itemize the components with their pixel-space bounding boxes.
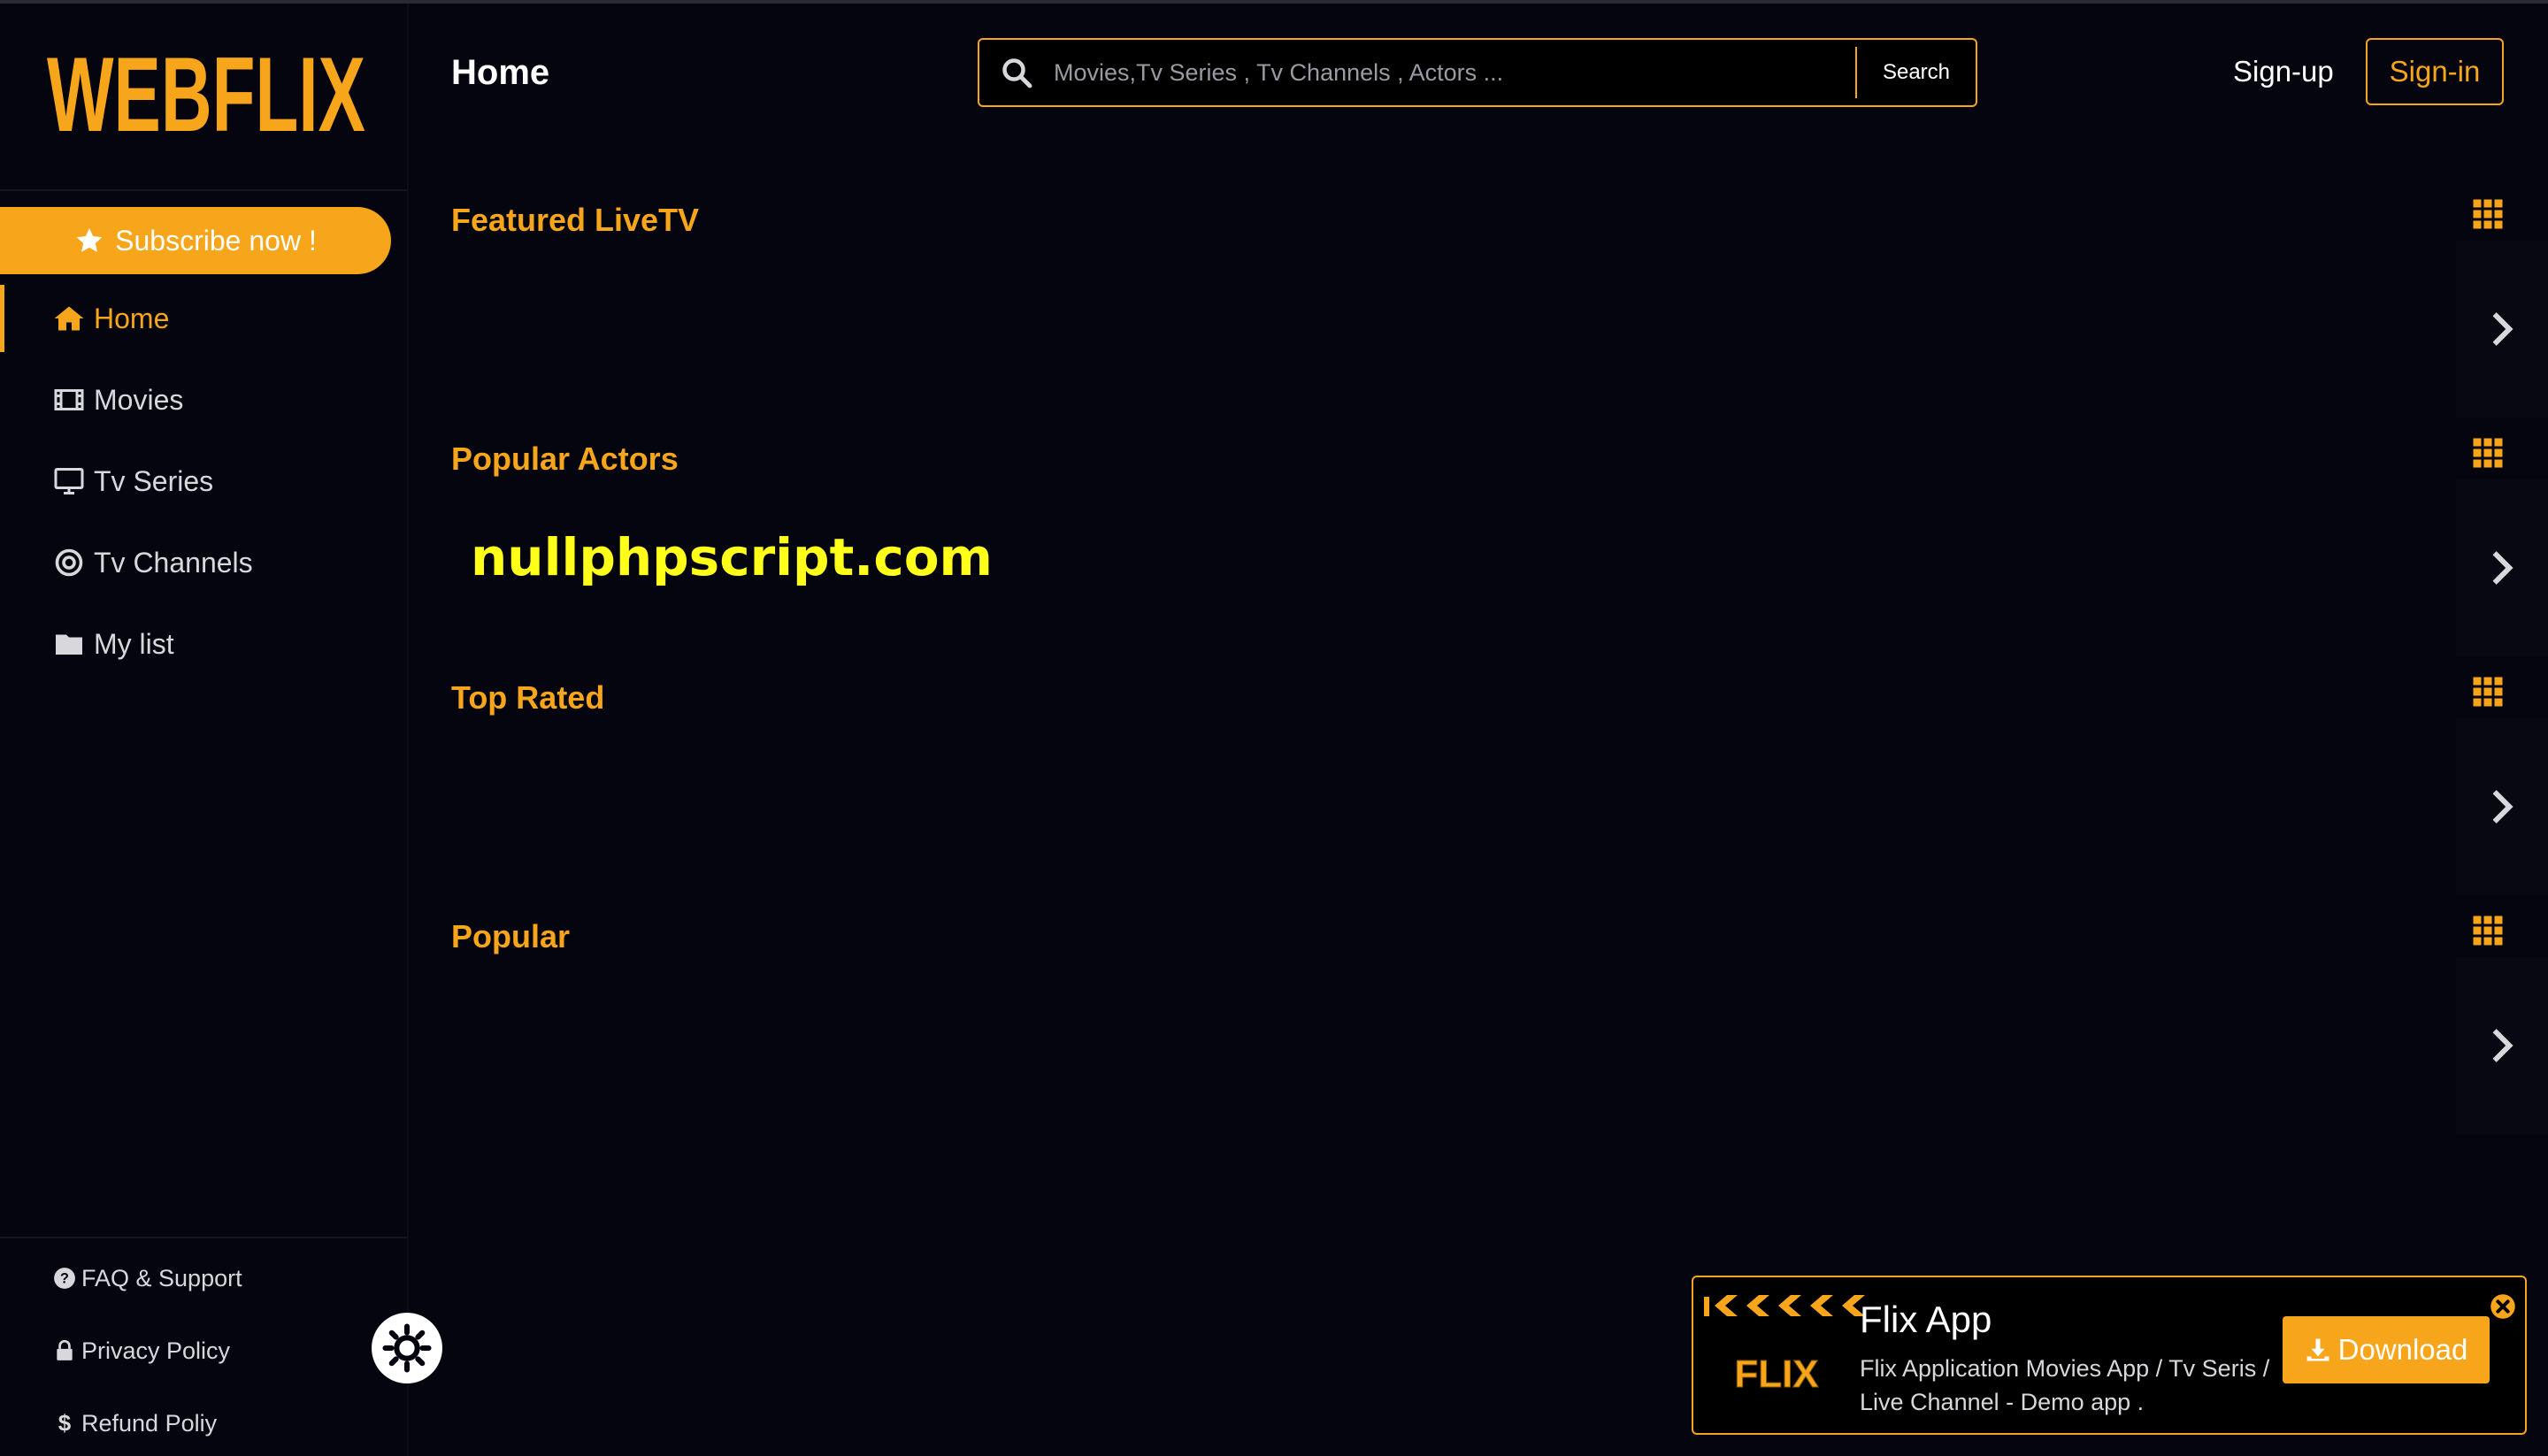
flix-app-logo: FLIX: [1704, 1295, 1865, 1397]
sidebar-item-label: Movies: [94, 383, 184, 416]
target-icon: [55, 548, 83, 577]
next-arrow-button[interactable]: [2456, 241, 2548, 418]
sidebar-item-tv-series[interactable]: Tv Series: [0, 441, 407, 522]
grid-view-icon[interactable]: [2472, 198, 2504, 230]
webflix-logo[interactable]: WEBFLIX: [42, 41, 370, 147]
dollar-icon: $: [58, 1412, 72, 1435]
download-icon: [2306, 1338, 2329, 1361]
subscribe-button[interactable]: Subscribe now !: [0, 207, 391, 274]
app-download-banner: FLIX Flix App Flix Application Movies Ap…: [1692, 1276, 2527, 1435]
sidebar-item-label: Tv Channels: [94, 546, 253, 579]
search-input[interactable]: [1032, 40, 1855, 105]
sidebar-item-label: My list: [94, 627, 174, 660]
lock-icon: [57, 1339, 73, 1360]
footer-label: Refund Poliy: [81, 1409, 218, 1437]
sidebar-footer: ? FAQ & Support Privacy Policy $ Refund …: [0, 1242, 407, 1456]
faq-support-link[interactable]: ? FAQ & Support: [0, 1242, 407, 1314]
sidebar-item-label: Tv Series: [94, 464, 214, 497]
page-title: Home: [451, 53, 550, 92]
grid-view-icon[interactable]: [2472, 437, 2504, 469]
svg-text:WEBFLIX: WEBFLIX: [47, 41, 365, 147]
section-title-popular: Popular: [451, 918, 571, 954]
chevron-right-icon: [2492, 790, 2513, 824]
sun-icon: [382, 1323, 432, 1373]
footer-label: Privacy Policy: [81, 1337, 231, 1364]
chevron-right-icon: [2492, 312, 2513, 346]
signin-button[interactable]: Sign-in: [2366, 38, 2504, 105]
close-icon[interactable]: [2490, 1293, 2516, 1320]
sidebar-item-home[interactable]: Home: [0, 278, 407, 359]
question-icon: ?: [54, 1268, 75, 1289]
sidebar-item-movies[interactable]: Movies: [0, 359, 407, 441]
home-icon: [54, 306, 84, 331]
svg-text:?: ?: [60, 1270, 69, 1286]
sidebar-nav: Home Movies Tv Series Tv Channels My lis…: [0, 278, 407, 685]
section-title-top-rated: Top Rated: [451, 679, 605, 716]
sidebar: WEBFLIX Subscribe now ! Home Movies Tv S…: [0, 4, 409, 1456]
folder-icon: [56, 634, 82, 655]
star-icon: [76, 227, 103, 253]
theme-toggle-button[interactable]: [372, 1313, 442, 1383]
search-button[interactable]: Search: [1855, 47, 1976, 98]
download-button[interactable]: Download: [2283, 1316, 2490, 1383]
privacy-policy-link[interactable]: Privacy Policy: [0, 1314, 407, 1387]
app-banner-description: Flix Application Movies App / Tv Seris /…: [1860, 1355, 2270, 1415]
divider: [0, 189, 407, 191]
subscribe-label: Subscribe now !: [115, 224, 317, 257]
chevron-right-icon: [2492, 1029, 2513, 1062]
download-label: Download: [2337, 1333, 2468, 1366]
app-banner-title: Flix App: [1860, 1299, 1992, 1340]
sidebar-item-my-list[interactable]: My list: [0, 603, 407, 685]
grid-view-icon[interactable]: [2472, 676, 2504, 708]
chevron-right-icon: [2492, 551, 2513, 585]
refund-policy-link[interactable]: $ Refund Poliy: [0, 1387, 407, 1456]
sidebar-item-tv-channels[interactable]: Tv Channels: [0, 522, 407, 603]
section-title-featured-livetv: Featured LiveTV: [451, 202, 700, 238]
signup-link[interactable]: Sign-up: [2233, 55, 2334, 88]
sidebar-item-label: Home: [94, 302, 170, 334]
svg-text:FLIX: FLIX: [1734, 1353, 1818, 1396]
film-icon: [54, 389, 84, 410]
next-arrow-button[interactable]: [2456, 957, 2548, 1134]
svg-text:$: $: [58, 1412, 72, 1435]
search-icon: [1002, 58, 1032, 88]
next-arrow-button[interactable]: [2456, 718, 2548, 895]
section-title-popular-actors: Popular Actors: [451, 441, 679, 477]
footer-label: FAQ & Support: [81, 1264, 242, 1291]
monitor-icon: [54, 468, 84, 494]
grid-view-icon[interactable]: [2472, 915, 2504, 946]
search-bar: Search: [978, 38, 1977, 107]
divider: [0, 1237, 407, 1238]
watermark-text: nullphpscript.com: [471, 527, 993, 587]
next-arrow-button[interactable]: [2456, 479, 2548, 656]
